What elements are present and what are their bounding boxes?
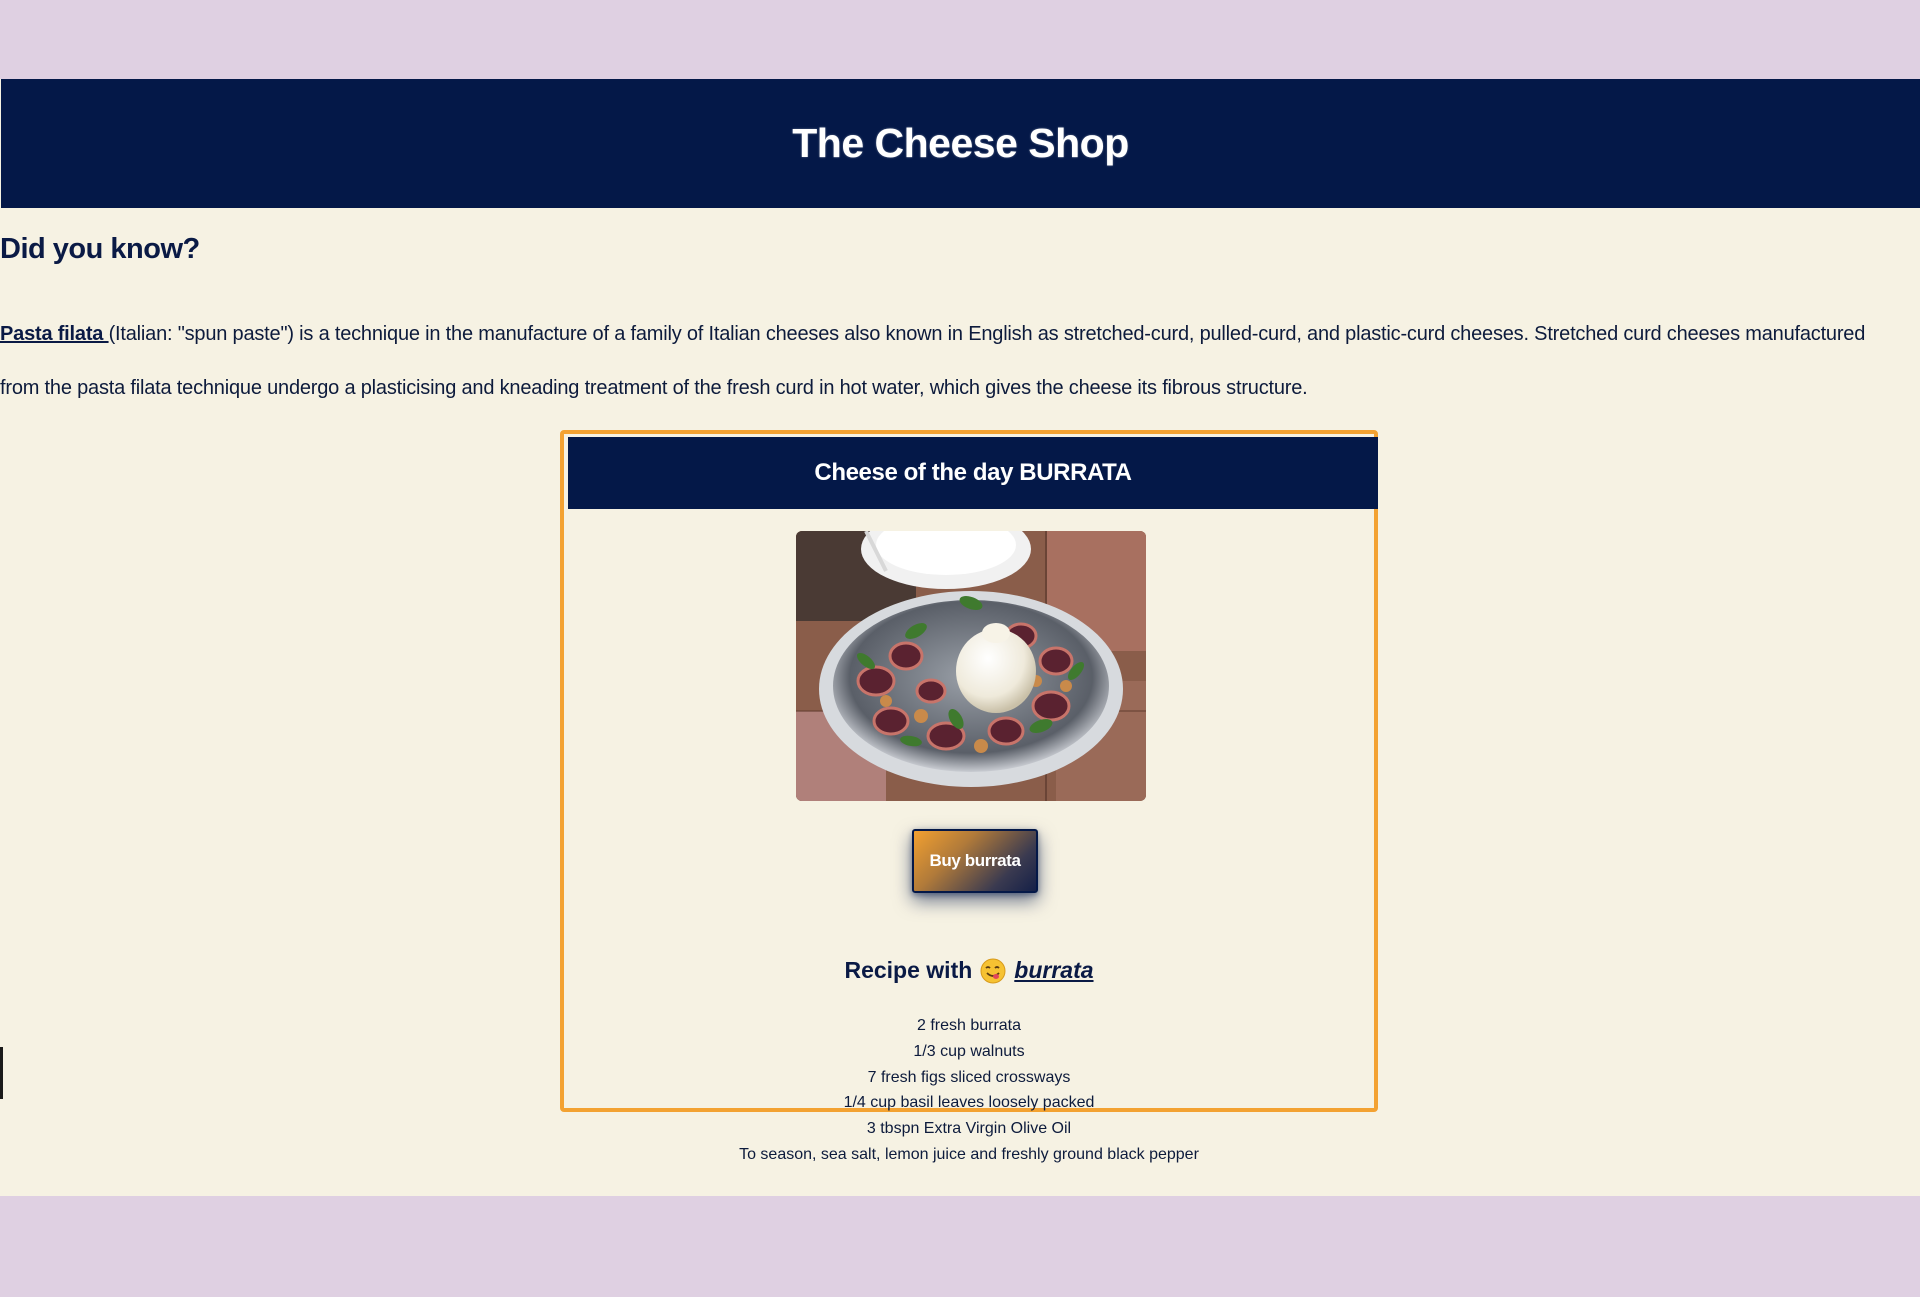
ingredient-list: 2 fresh burrata 1/3 cup walnuts 7 fresh … — [564, 1013, 1374, 1168]
edge-divider — [0, 1047, 3, 1099]
ingredient-item: 7 fresh figs sliced crossways — [867, 1068, 1071, 1086]
recipe-heading-label: Recipe with — [844, 957, 973, 983]
page-content: The Cheese Shop Did you know? Pasta fila… — [0, 79, 1920, 1196]
burrata-photo — [796, 531, 1146, 801]
buy-burrata-button[interactable]: Buy burrata — [912, 829, 1038, 893]
ingredient-item: 1/3 cup walnuts — [913, 1042, 1025, 1060]
fact-line-1: Pasta filata (Italian: "spun paste") is … — [0, 307, 1920, 361]
fact-line-2: from the pasta filata technique undergo … — [0, 377, 1308, 399]
site-title: The Cheese Shop — [792, 120, 1129, 166]
ingredient-item: 1/4 cup basil leaves loosely packed — [843, 1094, 1095, 1112]
cheese-of-the-day-card: Cheese of the day BURRATA Buy burrata Re… — [560, 430, 1378, 1163]
face-savoring-food-icon — [980, 958, 1006, 984]
site-header: The Cheese Shop — [1, 79, 1920, 208]
fact-line-1-text: (Italian: "spun paste") is a technique i… — [108, 323, 1866, 345]
pasta-filata-link[interactable]: Pasta filata — [0, 323, 109, 345]
fact-heading: Did you know? — [0, 233, 200, 265]
card-header: Cheese of the day BURRATA — [568, 437, 1378, 509]
ingredient-item: 2 fresh burrata — [916, 1017, 1022, 1034]
ingredient-item: To season, sea salt, lemon juice and fre… — [739, 1145, 1199, 1163]
burrata-recipe-link[interactable]: burrata — [1014, 957, 1093, 984]
fact-paragraph: Pasta filata (Italian: "spun paste") is … — [0, 307, 1920, 415]
card-title: Cheese of the day BURRATA — [814, 459, 1132, 486]
ingredient-item: 3 tbspn Extra Virgin Olive Oil — [866, 1120, 1072, 1138]
burrata-photo-illustration — [796, 531, 1146, 801]
recipe-heading: Recipe with burrata — [564, 957, 1374, 984]
